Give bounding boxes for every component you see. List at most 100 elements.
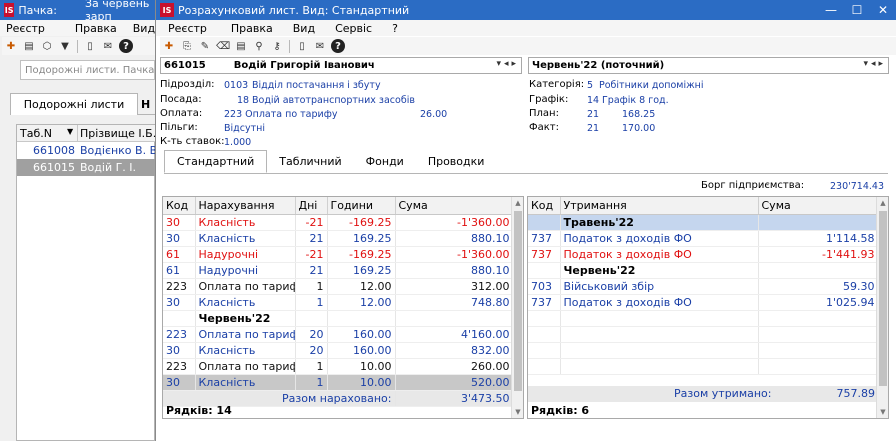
col-sum[interactable]: Сума bbox=[758, 197, 879, 215]
deductions-row-count: Рядків: 6 bbox=[531, 404, 590, 417]
deduction-row[interactable]: Червень'22 bbox=[528, 262, 879, 279]
accrual-row[interactable]: 30 Класність -21 -169.25 -1'360.00 bbox=[163, 214, 514, 231]
print-icon[interactable]: ▤ bbox=[234, 39, 248, 53]
filter-icon[interactable]: ▼ bbox=[58, 39, 72, 53]
deductions-total-row: Разом утримано: 757.89 bbox=[528, 386, 878, 402]
delete-icon[interactable]: ⌫ bbox=[216, 39, 230, 53]
menu-registry[interactable]: Реєстр bbox=[162, 22, 217, 35]
fact-label: Факт: bbox=[529, 122, 559, 133]
deductions-scrollbar[interactable]: ▲ ▼ bbox=[876, 197, 888, 418]
scroll-thumb[interactable] bbox=[514, 211, 522, 391]
col-deduction[interactable]: Утримання bbox=[560, 197, 759, 215]
scroll-up-icon[interactable]: ▲ bbox=[512, 197, 523, 209]
back-row-selected[interactable]: 661015 Водій Г. І. bbox=[17, 159, 156, 176]
back-col-name[interactable]: Прізвище І.Б. bbox=[80, 127, 156, 140]
menu-service[interactable]: Сервіс bbox=[329, 22, 382, 35]
col-accrual[interactable]: Нарахування bbox=[195, 197, 296, 215]
tab-funds[interactable]: Фонди bbox=[354, 150, 416, 173]
dept-label: Підрозділ: bbox=[160, 79, 215, 90]
employee-name: Водій Григорій Іванович bbox=[233, 60, 375, 71]
col-sum[interactable]: Сума bbox=[395, 197, 514, 215]
empty-cell bbox=[528, 342, 561, 359]
doc-icon[interactable]: ▯ bbox=[295, 39, 309, 53]
period-selector[interactable]: Червень'22 (поточний) ▾◂▸ bbox=[528, 57, 889, 74]
accrual-row[interactable]: 223 Оплата по тарифу 1 10.00 260.00 bbox=[163, 358, 514, 375]
tab-tabular[interactable]: Табличний bbox=[267, 150, 353, 173]
back-tab-waybills[interactable]: Подорожні листи bbox=[10, 93, 138, 115]
back-grid: Таб.N ▼ Прізвище І.Б. 661008 Водієнко В.… bbox=[16, 124, 161, 441]
debt-label: Борг підприємства: bbox=[701, 180, 805, 191]
edit-icon[interactable]: ✎ bbox=[198, 39, 212, 53]
back-menu-registry[interactable]: Реєстр bbox=[0, 22, 55, 35]
accrual-row[interactable]: 30 Класність 1 10.00 520.00 bbox=[163, 374, 514, 391]
accrual-row[interactable]: 223 Оплата по тарифу 20 160.00 4'160.00 bbox=[163, 326, 514, 343]
employee-nav-icon[interactable]: ▾◂▸ bbox=[496, 59, 519, 69]
new-icon[interactable]: ✚ bbox=[162, 39, 176, 53]
empty-cell bbox=[560, 342, 759, 359]
mail-icon[interactable]: ✉ bbox=[313, 39, 327, 53]
scroll-up-icon[interactable]: ▲ bbox=[877, 197, 888, 209]
col-hours[interactable]: Години bbox=[327, 197, 396, 215]
tab-postings[interactable]: Проводки bbox=[416, 150, 497, 173]
deductions-grid: Код Утримання Сума Травень'22 737 Податок … bbox=[527, 196, 889, 419]
plan-hours: 168.25 bbox=[622, 109, 656, 120]
maximize-icon[interactable]: ☐ bbox=[844, 0, 870, 20]
col-code[interactable]: Код bbox=[163, 197, 196, 215]
menu-view[interactable]: Вид bbox=[287, 22, 325, 35]
back-tab-n[interactable]: Н bbox=[141, 93, 155, 115]
accrual-row[interactable]: Червень'22 bbox=[163, 310, 514, 327]
accrual-row[interactable]: 30 Класність 20 160.00 832.00 bbox=[163, 342, 514, 359]
deduction-sum: 59.30 bbox=[758, 278, 879, 295]
scroll-down-icon[interactable]: ▼ bbox=[512, 406, 523, 418]
view-tabs: Стандартний Табличний Фонди Проводки bbox=[164, 150, 496, 174]
copy-icon[interactable]: ⎘ bbox=[180, 39, 194, 53]
accrual-row[interactable]: 61 Надурочні -21 -169.25 -1'360.00 bbox=[163, 246, 514, 263]
menu-help[interactable]: ? bbox=[386, 22, 408, 35]
accrual-hours: -169.25 bbox=[327, 246, 396, 263]
deduction-sum: -1'441.93 bbox=[758, 246, 879, 263]
back-row[interactable]: 661008 Водієнко В. В. bbox=[17, 142, 161, 159]
scroll-thumb[interactable] bbox=[879, 211, 887, 386]
deduction-code: 737 bbox=[528, 230, 561, 247]
print-icon[interactable]: ▤ bbox=[22, 39, 36, 53]
accrual-row[interactable]: 30 Класність 21 169.25 880.10 bbox=[163, 230, 514, 247]
employee-selector[interactable]: 661015 Водій Григорій Іванович ▾◂▸ bbox=[160, 57, 522, 74]
new-icon[interactable]: ✚ bbox=[4, 39, 18, 53]
deduction-row[interactable]: 703 Військовий збір 59.30 bbox=[528, 278, 879, 295]
mail-icon[interactable]: ✉ bbox=[101, 39, 115, 53]
help-icon[interactable]: ? bbox=[119, 39, 133, 53]
close-icon[interactable]: ✕ bbox=[870, 0, 896, 20]
period-nav-icon[interactable]: ▾◂▸ bbox=[863, 59, 886, 69]
schedule-code: 14 bbox=[587, 95, 600, 106]
back-menu-edit[interactable]: Правка bbox=[69, 22, 127, 35]
scroll-down-icon[interactable]: ▼ bbox=[877, 406, 888, 418]
tab-standard[interactable]: Стандартний bbox=[164, 150, 268, 173]
empty-row bbox=[528, 358, 879, 375]
minimize-icon[interactable]: — bbox=[818, 0, 844, 20]
deduction-row[interactable]: 737 Податок з доходів ФО -1'441.93 bbox=[528, 246, 879, 263]
col-days[interactable]: Дні bbox=[295, 197, 328, 215]
help-icon[interactable]: ? bbox=[331, 39, 345, 53]
accruals-rows: 30 Класність -21 -169.25 -1'360.00 30 Класніст… bbox=[163, 214, 514, 391]
deduction-code: 703 bbox=[528, 278, 561, 295]
doc-icon[interactable]: ▯ bbox=[83, 39, 97, 53]
position-label: Посада: bbox=[160, 94, 202, 105]
col-code[interactable]: Код bbox=[528, 197, 561, 215]
accrual-row[interactable]: 223 Оплата по тарифу 1 12.00 312.00 bbox=[163, 278, 514, 295]
accruals-scrollbar[interactable]: ▲ ▼ bbox=[511, 197, 523, 418]
package-icon[interactable]: ⬡ bbox=[40, 39, 54, 53]
search-icon[interactable]: ⚲ bbox=[252, 39, 266, 53]
empty-cell bbox=[758, 342, 879, 359]
deduction-row[interactable]: 737 Податок з доходів ФО 1'025.94 bbox=[528, 294, 879, 311]
deduction-row[interactable]: Травень'22 bbox=[528, 214, 879, 231]
accrual-row[interactable]: 61 Надурочні 21 169.25 880.10 bbox=[163, 262, 514, 279]
accrual-row[interactable]: 30 Класність 1 12.00 748.80 bbox=[163, 294, 514, 311]
deduction-row[interactable]: 737 Податок з доходів ФО 1'114.58 bbox=[528, 230, 879, 247]
back-search-input[interactable]: Подорожні листи. Пачка зарп bbox=[20, 60, 155, 80]
accrual-name: Класність bbox=[195, 342, 296, 359]
back-col-tab[interactable]: Таб.N bbox=[20, 127, 52, 140]
accrual-name: Оплата по тарифу bbox=[195, 326, 296, 343]
benefits-label: Пільги: bbox=[160, 122, 198, 133]
menu-edit[interactable]: Правка bbox=[225, 22, 283, 35]
key-icon[interactable]: ⚷ bbox=[270, 39, 284, 53]
